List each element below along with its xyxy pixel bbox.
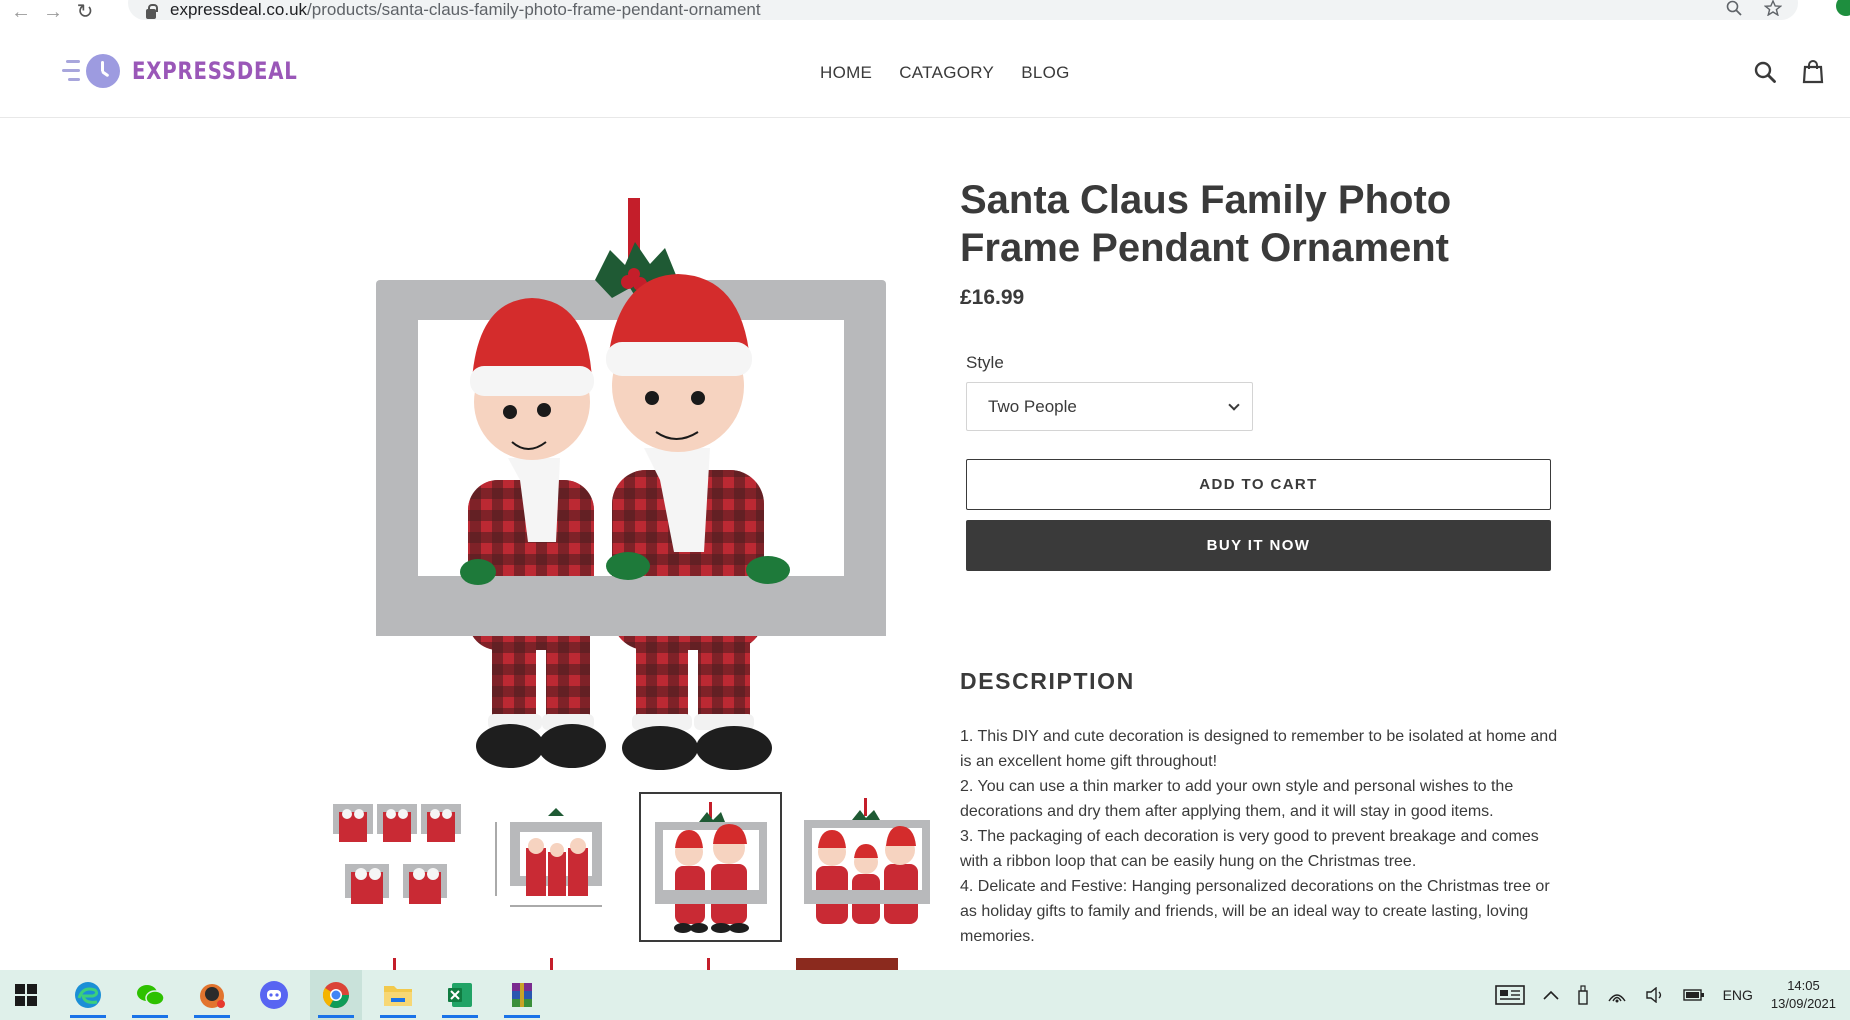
news-widget-icon[interactable] [1494,985,1525,1005]
windows-taskbar: ENG 14:05 13/09/2021 [0,970,1850,1020]
wifi-icon[interactable] [1607,987,1627,1003]
profile-avatar[interactable] [1836,0,1850,16]
url-host: expressdeal.co.uk [170,0,308,19]
add-to-cart-button[interactable]: ADD TO CART [966,459,1551,510]
system-clock[interactable]: 14:05 13/09/2021 [1771,977,1836,1013]
nav-home[interactable]: HOME [820,63,872,83]
description-heading: DESCRIPTION [960,668,1135,694]
app-icon[interactable] [186,970,238,1020]
url-text: expressdeal.co.uk/products/santa-claus-f… [170,0,761,20]
description-item-4: 4. Delicate and Festive: Hanging persona… [960,878,1550,945]
system-tray: ENG 14:05 13/09/2021 [1494,970,1836,1020]
buy-it-now-button[interactable]: BUY IT NOW [966,520,1551,571]
thumbnail-two-people[interactable] [639,792,782,942]
winrar-icon[interactable] [496,970,548,1020]
volume-icon[interactable] [1645,987,1665,1003]
thumbnail-all-styles[interactable] [325,792,468,942]
thumbnail-item[interactable] [325,958,468,970]
product-main-image[interactable] [360,180,920,770]
nav-blog[interactable]: BLOG [1021,63,1069,83]
zoom-icon[interactable] [1726,0,1742,16]
nav-category[interactable]: CATAGORY [899,63,994,83]
store-logo[interactable]: EXPRESSDEAL [62,54,334,88]
back-icon[interactable]: ← [10,2,32,25]
search-icon[interactable] [1754,61,1776,83]
description-body: 1. This DIY and cute decoration is desig… [960,724,1560,949]
discord-icon[interactable] [248,970,300,1020]
clock-icon [86,54,120,88]
product-price: £16.99 [960,286,1025,309]
thumbnail-row-2 [325,958,939,970]
browser-toolbar: ← → ↻ expressdeal.co.uk/products/santa-c… [0,0,1850,28]
address-bar[interactable]: expressdeal.co.uk/products/santa-claus-f… [128,0,1798,20]
edge-icon[interactable] [62,970,114,1020]
url-path: /products/santa-claus-family-photo-frame… [307,0,761,19]
logo-lines-icon [62,56,84,86]
thumbnail-item[interactable] [639,958,782,970]
clock-date: 13/09/2021 [1770,996,1836,1011]
clock-time: 14:05 [1787,978,1820,993]
description-item-2: 2. You can use a thin marker to add your… [960,778,1514,820]
thumbnail-gallery [325,792,939,942]
bookmark-star-icon[interactable] [1764,0,1782,16]
file-explorer-icon[interactable] [372,970,424,1020]
language-indicator[interactable]: ENG [1723,987,1753,1003]
thumbnail-item[interactable] [482,958,625,970]
style-select[interactable]: Two People [966,382,1253,431]
excel-icon[interactable] [434,970,486,1020]
wechat-icon[interactable] [124,970,176,1020]
product-title: Santa Claus Family Photo Frame Pendant O… [960,178,1452,270]
description-item-3: 3. The packaging of each decoration is v… [960,828,1539,870]
thumbnail-dimensions[interactable] [482,792,625,942]
logo-text: EXPRESSDEAL [132,57,298,85]
chevron-down-icon [1228,399,1240,411]
description-item-1: 1. This DIY and cute decoration is desig… [960,728,1558,770]
style-selected-value: Two People [988,396,1077,416]
battery-icon[interactable] [1682,988,1705,1002]
forward-icon[interactable]: → [42,2,64,25]
site-header: EXPRESSDEAL HOME CATAGORY BLOG [0,28,1850,118]
chrome-icon[interactable] [310,970,362,1020]
lock-icon [146,4,158,19]
chevron-up-icon[interactable] [1543,990,1559,1000]
reload-icon[interactable]: ↻ [74,2,96,25]
style-label: Style [966,353,1004,372]
windows-start-icon[interactable] [0,970,52,1020]
thumbnail-item[interactable] [796,958,939,970]
cart-icon[interactable] [1802,60,1824,84]
thumbnail-three-people[interactable] [796,792,939,942]
main-nav: HOME CATAGORY BLOG [820,63,1070,83]
usb-icon[interactable] [1577,985,1589,1005]
